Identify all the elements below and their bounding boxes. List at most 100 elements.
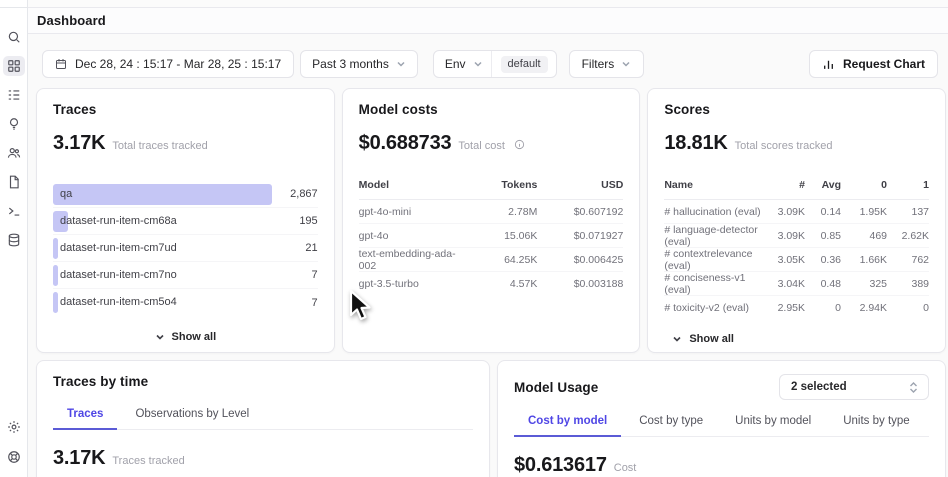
trace-bar-row[interactable]: dataset-run-item-cm7no 7 [53,262,318,289]
col-usd: USD [537,179,623,191]
scores-total: 18.81K [664,132,727,155]
filters-dropdown[interactable]: Filters [569,50,645,78]
show-all-label: Show all [689,333,734,345]
traces-by-time-tabs: Traces Observations by Level [53,401,473,430]
chevron-up-down-icon [908,381,919,394]
tab-units-by-model[interactable]: Units by model [721,408,825,437]
chevron-down-icon [621,59,631,69]
traces-by-time-title: Traces by time [53,374,473,389]
trace-count: 7 [272,269,318,281]
dashboard-grid-icon[interactable] [3,56,25,76]
terminal-icon[interactable] [3,201,25,221]
trace-bar-row[interactable]: dataset-run-item-cm68a 195 [53,208,318,235]
trace-bar-row[interactable]: qa 2,867 [53,181,318,208]
col-model: Model [359,179,468,191]
settings-gear-icon[interactable] [3,417,25,437]
trace-name: dataset-run-item-cm68a [60,211,177,232]
env-value-badge: default [501,56,548,73]
page-title: Dashboard [37,13,106,28]
tab-observations-by-level[interactable]: Observations by Level [121,401,263,430]
scores-table: Name # Avg 0 1 # hallucination (eval) 3.… [664,179,929,320]
model-usage-select[interactable]: 2 selected [779,374,929,400]
sidebar [0,0,28,477]
col-name: Name [664,179,765,191]
model-usage-tabs: Cost by model Cost by type Units by mode… [514,408,929,437]
table-row: gpt-3.5-turbo 4.57K $0.003188 [359,272,624,296]
trace-bar-row[interactable]: dataset-run-item-cm5o4 7 [53,289,318,316]
divider [491,51,492,77]
tab-cost-by-type[interactable]: Cost by type [625,408,717,437]
scores-title: Scores [664,102,929,117]
trace-count: 7 [272,297,318,309]
table-row: gpt-4o 15.06K $0.071927 [359,224,624,248]
trace-count: 21 [272,242,318,254]
tab-traces[interactable]: Traces [53,401,117,430]
request-chart-button[interactable]: Request Chart [809,50,938,78]
date-preset-value: Past 3 months [312,57,389,71]
model-usage-total: $0.613617 [514,454,607,477]
table-row: # hallucination (eval) 3.09K 0.14 1.95K … [664,200,929,224]
table-row: # toxicity-v2 (eval) 2.95K 0 2.94K 0 [664,296,929,320]
traces-by-time-total: 3.17K [53,447,105,470]
support-lifebuoy-icon[interactable] [3,447,25,467]
traces-total: 3.17K [53,132,105,155]
chevron-down-icon [473,59,483,69]
table-row: # conciseness-v1 (eval) 3.04K 0.48 325 3… [664,272,929,296]
main-area: Dashboard Dec 28, 24 : 15:17 - Mar 28, 2… [28,0,948,477]
model-costs-title: Model costs [359,102,624,117]
info-icon[interactable] [514,139,525,150]
table-row: # language-detector (eval) 3.09K 0.85 46… [664,224,929,248]
trace-name: dataset-run-item-cm5o4 [60,292,177,313]
database-icon[interactable] [3,230,25,250]
traces-show-all-button[interactable]: Show all [53,331,318,343]
table-row: # contextrelevance (eval) 3.05K 0.36 1.6… [664,248,929,272]
traces-by-time-card: Traces by time Traces Observations by Le… [36,360,490,477]
model-costs-total: $0.688733 [359,132,452,155]
tab-units-by-type[interactable]: Units by type [829,408,923,437]
trace-bar-row[interactable]: dataset-run-item-cm7ud 21 [53,235,318,262]
scores-card: Scores 18.81K Total scores tracked Name … [647,88,946,353]
request-chart-label: Request Chart [843,57,925,71]
filters-label: Filters [582,57,615,71]
show-all-label: Show all [172,331,217,343]
tracing-list-icon[interactable] [3,85,25,105]
chevron-down-icon [155,332,165,342]
cards-row-bottom: Traces by time Traces Observations by Le… [36,360,946,477]
users-icon[interactable] [3,143,25,163]
traces-subtitle: Total traces tracked [112,140,207,152]
filter-bar: Dec 28, 24 : 15:17 - Mar 28, 25 : 15:17 … [42,50,938,78]
scores-show-all-button[interactable]: Show all [672,333,929,345]
trace-name: dataset-run-item-cm7ud [60,238,177,259]
trace-name: qa [60,184,72,205]
cards-row-top: Traces 3.17K Total traces tracked qa 2,8… [36,88,946,353]
table-row: text-embedding-ada-002 64.25K $0.006425 [359,248,624,272]
search-icon[interactable] [3,27,25,47]
lightbulb-icon[interactable] [3,114,25,134]
traces-by-time-subtitle: Traces tracked [112,455,184,467]
date-preset-dropdown[interactable]: Past 3 months [300,50,418,78]
page-header: Dashboard [28,8,948,34]
app-window: Dashboard Dec 28, 24 : 15:17 - Mar 28, 2… [0,0,948,477]
tab-cost-by-model[interactable]: Cost by model [514,408,621,437]
bar-chart-icon [822,58,835,71]
traces-bar-list: qa 2,867 dataset-run-item-cm68a 195 data… [53,181,318,316]
col-count: # [765,179,805,191]
col-one: 1 [887,179,929,191]
top-strip [28,0,948,8]
trace-count: 195 [272,215,318,227]
document-icon[interactable] [3,172,25,192]
traces-card-title: Traces [53,102,318,117]
model-usage-select-value: 2 selected [791,381,847,393]
env-filter-dropdown[interactable]: Env default [433,50,557,78]
date-range-value: Dec 28, 24 : 15:17 - Mar 28, 25 : 15:17 [75,57,281,71]
content: Dec 28, 24 : 15:17 - Mar 28, 25 : 15:17 … [28,34,948,477]
scores-subtitle: Total scores tracked [735,140,833,152]
model-usage-title: Model Usage [514,380,598,395]
model-costs-subtitle: Total cost [458,140,504,152]
date-range-picker[interactable]: Dec 28, 24 : 15:17 - Mar 28, 25 : 15:17 [42,50,294,78]
calendar-icon [55,58,67,70]
col-tokens: Tokens [467,179,537,191]
model-costs-table: Model Tokens USD gpt-4o-mini 2.78M $0.60… [359,179,624,296]
table-row: gpt-4o-mini 2.78M $0.607192 [359,200,624,224]
trace-name: dataset-run-item-cm7no [60,265,177,286]
